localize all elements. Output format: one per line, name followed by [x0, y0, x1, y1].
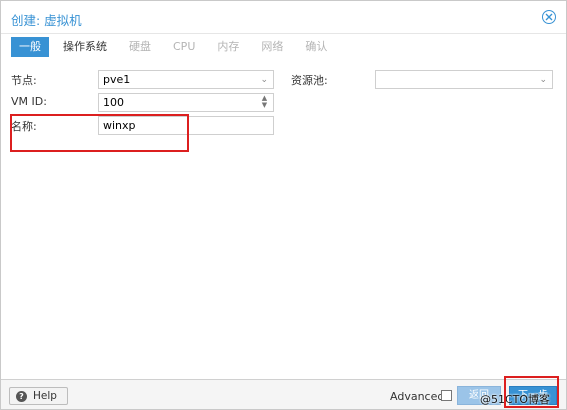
vmid-value: 100 [103, 96, 124, 109]
advanced-label: Advanced [390, 390, 445, 403]
spin-down-icon[interactable]: ▼ [260, 102, 269, 109]
tab-cpu[interactable]: CPU [165, 37, 203, 57]
name-value: winxp [103, 119, 136, 132]
name-label: 名称: [11, 120, 37, 133]
vmid-label: VM ID: [11, 95, 47, 108]
wizard-tabs: 一般 操作系统 硬盘 CPU 内存 网络 确认 [11, 37, 341, 57]
close-icon [545, 13, 553, 21]
node-row: 节点: pve1 ⌄ [11, 70, 274, 89]
tab-disk[interactable]: 硬盘 [121, 37, 159, 57]
advanced-checkbox[interactable] [441, 390, 452, 401]
spinner-icon[interactable]: ▲ ▼ [260, 95, 269, 110]
question-icon: ? [16, 391, 27, 402]
dialog-footer: ? Help Advanced 返回 下一步 @51CTO博客 [1, 376, 566, 409]
help-label: Help [33, 390, 57, 402]
pool-select[interactable]: ⌄ [375, 70, 553, 89]
name-input[interactable]: winxp [98, 116, 274, 135]
watermark-text: @51CTO博客 [480, 393, 551, 406]
dialog-title: 创建: 虚拟机 [11, 13, 82, 28]
create-vm-dialog: 创建: 虚拟机 一般 操作系统 硬盘 CPU 内存 网络 确认 节点: pve1… [0, 0, 567, 410]
dialog-titlebar: 创建: 虚拟机 [1, 1, 566, 34]
tab-memory[interactable]: 内存 [209, 37, 247, 57]
vmid-input[interactable]: 100 ▲ ▼ [98, 93, 274, 112]
name-row: 名称: winxp [11, 116, 274, 135]
pool-row: 资源池: ⌄ [291, 70, 554, 89]
chevron-down-icon[interactable]: ⌄ [539, 72, 547, 89]
pool-label: 资源池: [291, 74, 328, 87]
tab-confirm[interactable]: 确认 [297, 37, 335, 57]
chevron-down-icon[interactable]: ⌄ [260, 72, 268, 89]
vmid-row: VM ID: 100 ▲ ▼ [11, 93, 274, 112]
close-button[interactable] [542, 10, 556, 24]
tab-os[interactable]: 操作系统 [55, 37, 115, 57]
help-button[interactable]: ? Help [9, 387, 68, 405]
node-label: 节点: [11, 74, 37, 87]
node-value: pve1 [103, 73, 131, 86]
tab-general[interactable]: 一般 [11, 37, 49, 57]
node-select[interactable]: pve1 ⌄ [98, 70, 274, 89]
tab-network[interactable]: 网络 [253, 37, 291, 57]
